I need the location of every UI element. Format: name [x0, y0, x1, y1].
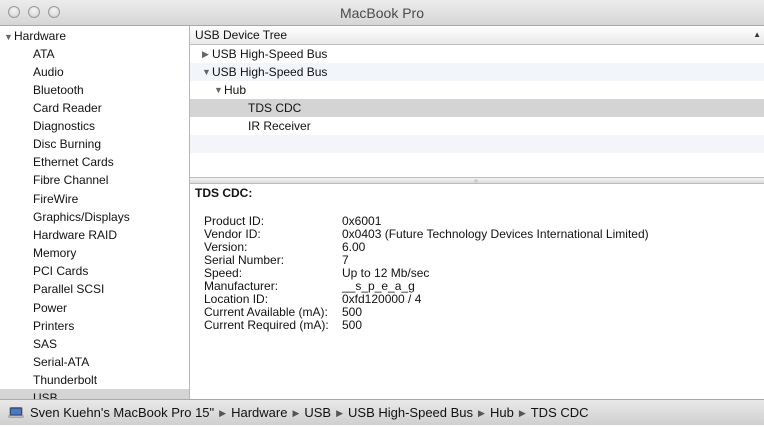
- property-row: Version: 6.00: [204, 241, 744, 254]
- tree-row-label: USB High-Speed Bus: [212, 65, 328, 79]
- usb-device-tree: ▶ USB High-Speed Bus ▼ USB High-Speed Bus ▼ H…: [190, 45, 764, 177]
- sidebar-item-card-reader[interactable]: Card Reader: [0, 99, 189, 117]
- tree-header-label: USB Device Tree: [195, 28, 288, 42]
- sidebar-item-label: FireWire: [33, 192, 79, 206]
- sidebar-group-label: Hardware: [14, 29, 67, 43]
- sidebar-item-label: Ethernet Cards: [33, 155, 114, 169]
- tree-row[interactable]: ▶ USB High-Speed Bus: [190, 45, 764, 63]
- sidebar-item-label: Audio: [33, 65, 64, 79]
- sidebar-item-label: PCI Cards: [33, 264, 89, 278]
- path-crumb[interactable]: Sven Kuehn's MacBook Pro 15": [30, 405, 214, 420]
- sidebar-item-label: Thunderbolt: [33, 373, 98, 387]
- sidebar-item-diagnostics[interactable]: Diagnostics: [0, 117, 189, 135]
- property-row: Manufacturer: __s_p_e_a_g: [204, 280, 744, 293]
- title-bar: MacBook Pro: [0, 0, 764, 26]
- sidebar-item-audio[interactable]: Audio: [0, 63, 189, 81]
- sidebar-item-label: Power: [33, 301, 68, 315]
- sidebar-item-sas[interactable]: SAS: [0, 335, 189, 353]
- sidebar-item-label: Graphics/Displays: [33, 210, 130, 224]
- window-title: MacBook Pro: [339, 5, 425, 21]
- path-crumb[interactable]: USB High-Speed Bus: [348, 405, 473, 420]
- sidebar-item-label: Printers: [33, 319, 75, 333]
- sidebar-item-label: Parallel SCSI: [33, 282, 105, 296]
- sidebar-item-label: Card Reader: [33, 101, 102, 115]
- property-key: Current Required (mA):: [204, 318, 329, 332]
- sidebar-item-fibre-channel[interactable]: Fibre Channel: [0, 171, 189, 189]
- property-row: Serial Number: 7: [204, 254, 744, 267]
- sidebar-item-pci-cards[interactable]: PCI Cards: [0, 262, 189, 280]
- path-separator-icon: ▶: [292, 408, 300, 418]
- property-value: 500: [342, 318, 363, 332]
- sidebar-item-label: SAS: [33, 337, 58, 351]
- sidebar-item-memory[interactable]: Memory: [0, 244, 189, 262]
- path-bar: Sven Kuehn's MacBook Pro 15" ▶ Hardware ▶ US…: [0, 399, 764, 425]
- sort-arrow-icon: ▲: [753, 30, 761, 39]
- sidebar-item-label: Serial-ATA: [33, 355, 90, 369]
- tree-row[interactable]: ▼ USB High-Speed Bus: [190, 63, 764, 81]
- disclosure-collapsed-icon[interactable]: ▶: [202, 45, 212, 63]
- tree-empty-row: [190, 153, 764, 171]
- sidebar-item-label: ATA: [33, 47, 55, 61]
- tree-empty-row: [190, 135, 764, 153]
- sidebar-item-firewire[interactable]: FireWire: [0, 190, 189, 208]
- disclosure-triangle-icon[interactable]: ▼: [4, 28, 14, 46]
- disclosure-expanded-icon[interactable]: ▼: [202, 63, 212, 81]
- tree-column-header[interactable]: USB Device Tree ▲: [190, 26, 764, 45]
- sidebar-item-disc-burning[interactable]: Disc Burning: [0, 135, 189, 153]
- breadcrumb: Sven Kuehn's MacBook Pro 15" ▶ Hardware ▶ US…: [30, 400, 589, 427]
- path-crumb[interactable]: Hub: [490, 405, 514, 420]
- tree-row[interactable]: TDS CDC: [190, 99, 764, 117]
- sidebar-item-label: Memory: [33, 246, 77, 260]
- path-crumb[interactable]: TDS CDC: [531, 405, 589, 420]
- property-value: 0x0403 (Future Technology Devices Intern…: [342, 227, 649, 241]
- divider-handle-icon: [474, 179, 478, 183]
- sidebar-item-parallel-scsi[interactable]: Parallel SCSI: [0, 280, 189, 298]
- tree-row-label: TDS CDC: [248, 101, 302, 115]
- tree-row-label: IR Receiver: [248, 119, 311, 133]
- detail-title: TDS CDC:: [195, 186, 253, 200]
- path-crumb[interactable]: USB: [304, 405, 331, 420]
- path-crumb[interactable]: Hardware: [231, 405, 287, 420]
- path-separator-icon: ▶: [518, 408, 526, 418]
- sidebar-item-graphics-displays[interactable]: Graphics/Displays: [0, 208, 189, 226]
- property-row: Current Required (mA): 500: [204, 319, 744, 332]
- sidebar-item-thunderbolt[interactable]: Thunderbolt: [0, 371, 189, 389]
- property-row: Speed: Up to 12 Mb/sec: [204, 267, 744, 280]
- sidebar-item-label: Fibre Channel: [33, 173, 109, 187]
- sidebar-item-label: Hardware RAID: [33, 228, 118, 242]
- sidebar-item-serial-ata[interactable]: Serial-ATA: [0, 353, 189, 371]
- tree-row[interactable]: IR Receiver: [190, 117, 764, 135]
- sidebar-item-label: Bluetooth: [33, 83, 84, 97]
- path-separator-icon: ▶: [219, 408, 227, 418]
- sidebar-item-printers[interactable]: Printers: [0, 317, 189, 335]
- sidebar-item-ethernet-cards[interactable]: Ethernet Cards: [0, 153, 189, 171]
- tree-row-label: USB High-Speed Bus: [212, 47, 328, 61]
- tree-row-label: Hub: [224, 83, 247, 97]
- laptop-icon: [8, 407, 24, 418]
- path-separator-icon: ▶: [478, 408, 485, 418]
- sidebar-item-hardware-raid[interactable]: Hardware RAID: [0, 226, 189, 244]
- sidebar-group-hardware[interactable]: ▼Hardware: [0, 27, 189, 45]
- sidebar-item-label: Disc Burning: [33, 137, 102, 151]
- tree-row[interactable]: ▼ Hub: [190, 81, 764, 99]
- sidebar-item-label: Diagnostics: [33, 119, 96, 133]
- sidebar: ▼Hardware ATA Audio Bluetooth Card Reader Dia…: [0, 26, 190, 407]
- disclosure-expanded-icon[interactable]: ▼: [214, 81, 224, 99]
- detail-pane: TDS CDC: Product ID: 0x6001 Vendor ID: 0x04…: [190, 184, 764, 399]
- property-row: Vendor ID: 0x0403 (Future Technology Devi…: [204, 228, 744, 241]
- sidebar-item-bluetooth[interactable]: Bluetooth: [0, 81, 189, 99]
- path-separator-icon: ▶: [336, 408, 344, 418]
- sidebar-item-power[interactable]: Power: [0, 299, 189, 317]
- sidebar-item-ata[interactable]: ATA: [0, 45, 189, 63]
- split-view-divider[interactable]: [190, 177, 764, 184]
